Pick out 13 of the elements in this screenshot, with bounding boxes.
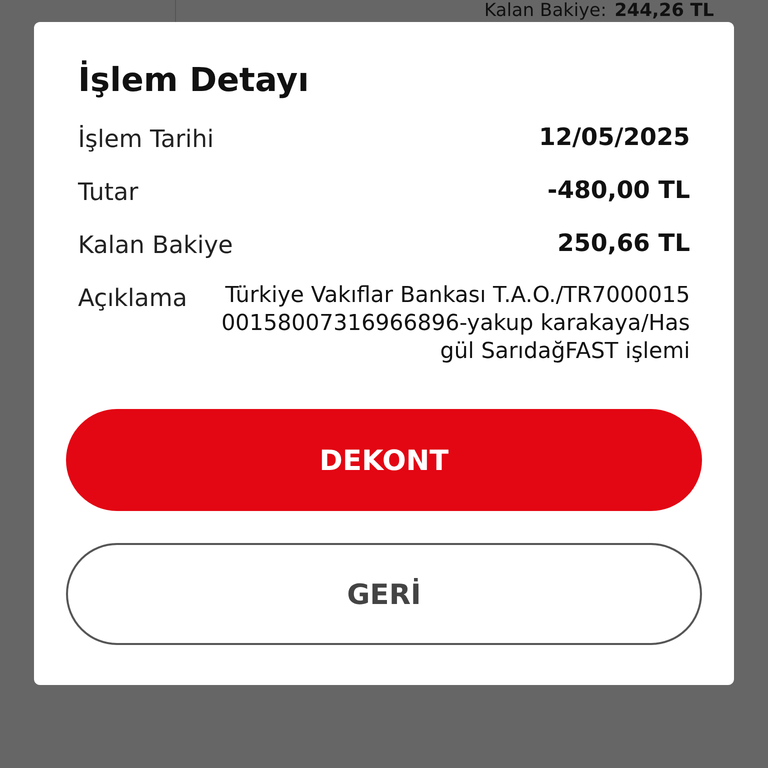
detail-label: Tutar [78, 177, 138, 208]
balance-value: 244,26 TL [614, 1, 714, 21]
dialog-title: İşlem Detayı [78, 60, 310, 99]
balance-label: Kalan Bakiye: [484, 1, 607, 21]
detail-value: Türkiye Vakıflar Bankası T.A.O./TR700001500158007316966896-yakup karakaya/Hasgül SarıdağFAST işlemi [220, 282, 690, 366]
detail-label: Kalan Bakiye [78, 230, 233, 261]
detail-value: 12/05/2025 [538, 123, 690, 151]
detail-value: 250,66 TL [557, 229, 690, 257]
detail-label: İşlem Tarihi [78, 124, 214, 155]
detail-value: -480,00 TL [547, 176, 690, 204]
back-button[interactable]: GERİ [66, 543, 702, 645]
detail-label: Açıklama [78, 283, 188, 314]
receipt-button[interactable]: DEKONT [66, 409, 702, 511]
